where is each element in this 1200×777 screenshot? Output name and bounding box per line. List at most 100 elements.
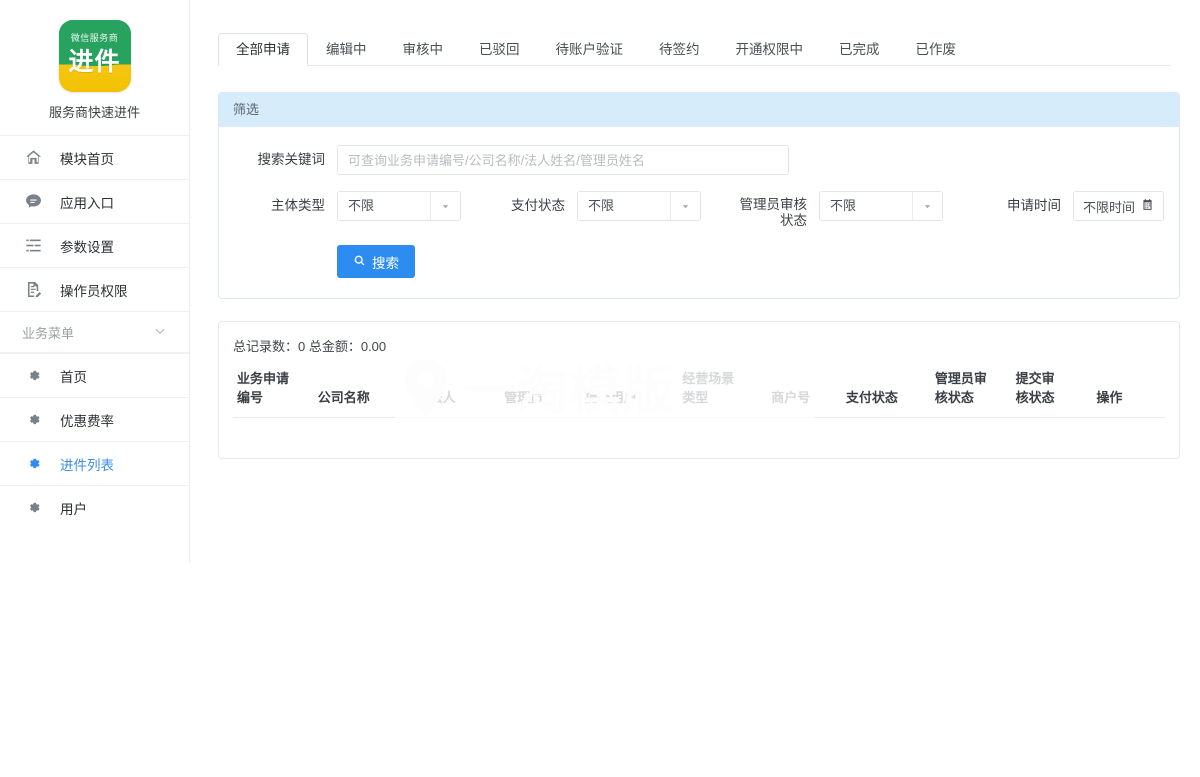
search-icon bbox=[353, 254, 366, 270]
apply-time-datepicker[interactable]: 不限时间 bbox=[1073, 191, 1164, 221]
filter-panel-title: 筛选 bbox=[219, 93, 1179, 127]
pay-status-select[interactable]: 不限 bbox=[577, 191, 701, 221]
sidebar-item-home[interactable]: 首页 bbox=[0, 353, 189, 397]
gear-icon bbox=[22, 365, 44, 387]
subject-type-select[interactable]: 不限 bbox=[337, 191, 461, 221]
pay-status-value: 不限 bbox=[578, 192, 670, 220]
document-edit-icon bbox=[22, 279, 44, 301]
filter-row-actions: 搜索 bbox=[219, 245, 1165, 278]
sidebar-item-operator-permission[interactable]: 操作员权限 bbox=[0, 267, 189, 311]
chevron-down-icon bbox=[153, 324, 167, 341]
th-business-scene-type: 经营场景 类型 bbox=[678, 367, 767, 418]
app-logo: 微信服务商 进件 bbox=[59, 20, 131, 92]
th-line1: 业务申请 bbox=[237, 369, 310, 388]
tab-voided[interactable]: 已作废 bbox=[898, 33, 975, 66]
th-line1: 经营场景 bbox=[682, 369, 763, 388]
admin-audit-status-label-line1: 管理员审核 bbox=[701, 197, 807, 213]
search-button[interactable]: 搜索 bbox=[337, 245, 415, 278]
chevron-down-icon bbox=[912, 192, 942, 220]
sidebar-item-label: 用户 bbox=[60, 498, 87, 518]
apply-time-value: 不限时间 bbox=[1083, 197, 1135, 216]
gear-icon bbox=[22, 453, 44, 475]
tab-pending-signing[interactable]: 待签约 bbox=[641, 33, 718, 66]
th-line2: 操作 bbox=[1096, 388, 1161, 407]
sidebar-item-label: 操作员权限 bbox=[60, 280, 128, 300]
filter-panel-body: 搜索关键词 主体类型 不限 支付状态 不限 bbox=[219, 127, 1179, 298]
th-line1: 提交审 bbox=[1016, 369, 1089, 388]
th-company-name: 公司名称 bbox=[314, 367, 426, 418]
brand-title: 服务商快速进件 bbox=[0, 102, 189, 121]
sidebar-menu: 模块首页 应用入口 参数设置 操作员权限 bbox=[0, 135, 189, 311]
th-line2: 提交用户 bbox=[585, 388, 674, 407]
th-line2: 支付状态 bbox=[846, 388, 927, 407]
tab-reviewing[interactable]: 审核中 bbox=[385, 33, 462, 66]
sidebar-item-application-list[interactable]: 进件列表 bbox=[0, 441, 189, 485]
gear-icon bbox=[22, 409, 44, 431]
calendar-icon bbox=[1141, 198, 1154, 214]
sliders-icon bbox=[22, 235, 44, 257]
sidebar-group-label: 业务菜单 bbox=[22, 323, 74, 342]
sidebar-group-business-menu[interactable]: 业务菜单 bbox=[0, 311, 189, 353]
th-line2: 管理员 bbox=[504, 388, 577, 407]
admin-audit-status-select[interactable]: 不限 bbox=[819, 191, 943, 221]
app-root: 微信服务商 进件 服务商快速进件 模块首页 应用入口 bbox=[0, 0, 1200, 777]
th-legal-person: 法人 bbox=[426, 367, 501, 418]
sidebar-item-label: 应用入口 bbox=[60, 192, 114, 212]
tab-rejected[interactable]: 已驳回 bbox=[461, 33, 538, 66]
gear-icon bbox=[22, 497, 44, 519]
tab-completed[interactable]: 已完成 bbox=[821, 33, 898, 66]
table-empty-row bbox=[233, 418, 1165, 440]
sidebar-item-module-home[interactable]: 模块首页 bbox=[0, 135, 189, 179]
sidebar-item-user[interactable]: 用户 bbox=[0, 485, 189, 529]
search-button-label: 搜索 bbox=[372, 252, 399, 272]
admin-audit-status-label-line2: 状态 bbox=[701, 213, 807, 229]
th-pay-status: 支付状态 bbox=[842, 367, 931, 418]
th-merchant-no: 商户号 bbox=[767, 367, 842, 418]
table-header: 业务申请 编号 公司名称 法人 管理员 提交用户 bbox=[233, 367, 1165, 418]
applications-table: 业务申请 编号 公司名称 法人 管理员 提交用户 bbox=[233, 367, 1165, 440]
admin-audit-status-value: 不限 bbox=[820, 192, 912, 220]
sidebar-item-label: 优惠费率 bbox=[60, 410, 114, 430]
tab-all-applications[interactable]: 全部申请 bbox=[218, 33, 308, 66]
tab-opening-permission[interactable]: 开通权限中 bbox=[718, 33, 822, 66]
filter-row-selects: 主体类型 不限 支付状态 不限 bbox=[219, 191, 1165, 229]
result-table-card: 总记录数：0 总金额：0.00 业务申请 编号 公司名称 法人 bbox=[218, 321, 1180, 459]
sidebar-item-label: 参数设置 bbox=[60, 236, 114, 256]
apply-time-label: 申请时间 bbox=[943, 191, 1073, 221]
home-icon bbox=[22, 147, 44, 169]
sidebar-item-label: 首页 bbox=[60, 366, 87, 386]
chat-bubble-icon bbox=[22, 191, 44, 213]
table-header-row: 业务申请 编号 公司名称 法人 管理员 提交用户 bbox=[233, 367, 1165, 418]
admin-audit-status-label: 管理员审核 状态 bbox=[701, 191, 819, 229]
subject-type-value: 不限 bbox=[338, 192, 430, 220]
th-submit-audit-status: 提交审 核状态 bbox=[1012, 367, 1093, 418]
status-tabs: 全部申请 编辑中 审核中 已驳回 待账户验证 待签约 开通权限中 已完成 已作废 bbox=[218, 26, 1170, 66]
logo-title: 进件 bbox=[59, 42, 131, 78]
table-body bbox=[233, 418, 1165, 440]
chevron-down-icon bbox=[670, 192, 700, 220]
sidebar-item-param-settings[interactable]: 参数设置 bbox=[0, 223, 189, 267]
main-content: 全部申请 编辑中 审核中 已驳回 待账户验证 待签约 开通权限中 已完成 已作废… bbox=[190, 0, 1200, 777]
filter-panel: 筛选 搜索关键词 主体类型 不限 支付状态 不限 bbox=[218, 92, 1180, 299]
tab-editing[interactable]: 编辑中 bbox=[308, 33, 385, 66]
th-admin-audit-status: 管理员审 核状态 bbox=[931, 367, 1012, 418]
sidebar-business-menu: 首页 优惠费率 进件列表 用户 bbox=[0, 353, 189, 529]
sidebar: 微信服务商 进件 服务商快速进件 模块首页 应用入口 bbox=[0, 0, 190, 563]
th-line2: 核状态 bbox=[935, 388, 1008, 407]
th-application-no: 业务申请 编号 bbox=[233, 367, 314, 418]
th-line2: 核状态 bbox=[1016, 388, 1089, 407]
subject-type-label: 主体类型 bbox=[219, 191, 337, 221]
keyword-label: 搜索关键词 bbox=[219, 145, 337, 175]
table-summary: 总记录数：0 总金额：0.00 bbox=[233, 336, 1165, 355]
th-line2: 商户号 bbox=[771, 388, 838, 407]
th-submit-user: 提交用户 bbox=[581, 367, 678, 418]
sidebar-item-discount-rate[interactable]: 优惠费率 bbox=[0, 397, 189, 441]
th-line2: 编号 bbox=[237, 388, 310, 407]
pay-status-label: 支付状态 bbox=[461, 191, 577, 221]
filter-row-keyword: 搜索关键词 bbox=[219, 145, 1165, 175]
sidebar-item-label: 进件列表 bbox=[60, 454, 114, 474]
sidebar-item-app-entry[interactable]: 应用入口 bbox=[0, 179, 189, 223]
brand: 微信服务商 进件 服务商快速进件 bbox=[0, 0, 189, 135]
search-input[interactable] bbox=[337, 145, 789, 175]
tab-pending-account-verification[interactable]: 待账户验证 bbox=[538, 33, 642, 66]
